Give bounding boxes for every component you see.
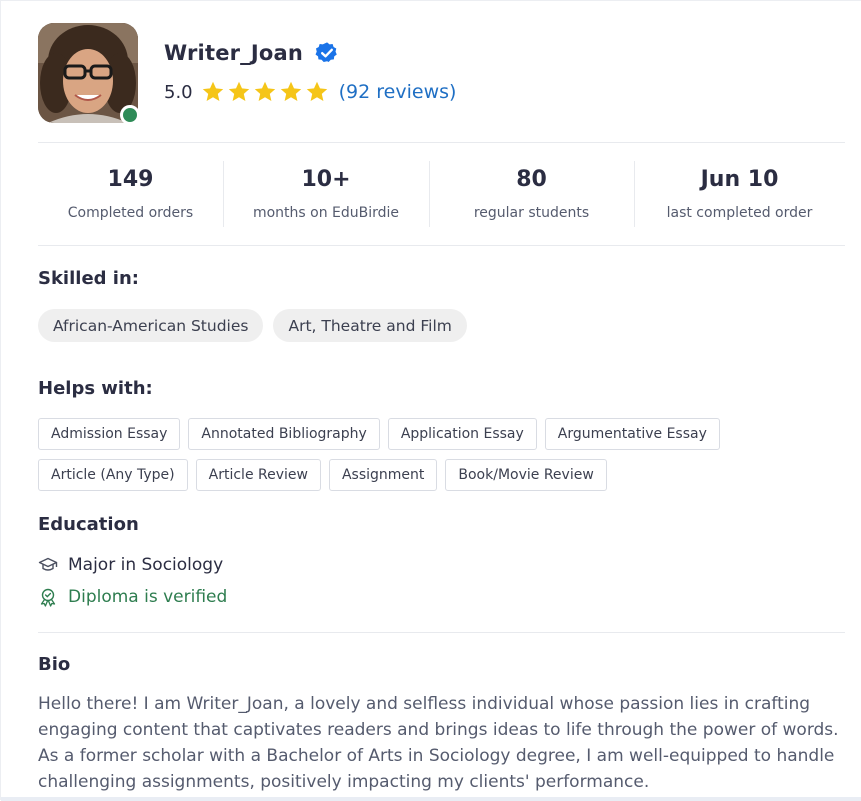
help-tag[interactable]: Book/Movie Review bbox=[445, 459, 607, 491]
skills-list: African-American Studies Art, Theatre an… bbox=[38, 309, 467, 342]
education-heading: Education bbox=[38, 514, 139, 535]
stat-regular-students: 80 regular students bbox=[429, 143, 634, 245]
skill-chip[interactable]: African-American Studies bbox=[38, 309, 264, 342]
diploma-verified-text: Diploma is verified bbox=[68, 587, 228, 607]
stats-bar: 149 Completed orders 10+ months on EduBi… bbox=[38, 142, 845, 246]
help-tag[interactable]: Application Essay bbox=[387, 418, 537, 450]
help-tag[interactable]: Article Review bbox=[195, 459, 321, 491]
reviews-link[interactable]: (92 reviews) bbox=[339, 81, 457, 103]
help-tag[interactable]: Annotated Bibliography bbox=[188, 418, 380, 450]
helps-with-list: Admission Essay Annotated Bibliography A… bbox=[38, 418, 838, 491]
star-icon bbox=[202, 81, 223, 101]
helps-with-heading: Helps with: bbox=[38, 378, 153, 399]
bio-heading: Bio bbox=[38, 654, 71, 675]
education-major: Major in Sociology bbox=[38, 555, 223, 575]
verified-badge-icon bbox=[315, 42, 337, 62]
online-status-indicator bbox=[120, 105, 140, 125]
stat-value: 149 bbox=[107, 167, 154, 192]
skilled-in-heading: Skilled in: bbox=[38, 268, 139, 289]
star-icon bbox=[254, 81, 275, 101]
education-diploma: Diploma is verified bbox=[38, 587, 227, 607]
major-text: Major in Sociology bbox=[68, 555, 224, 575]
help-tag[interactable]: Assignment bbox=[328, 459, 438, 491]
section-divider bbox=[38, 632, 845, 633]
stat-months: 10+ months on EduBirdie bbox=[223, 143, 429, 245]
help-tag[interactable]: Article (Any Type) bbox=[38, 459, 188, 491]
rating-value: 5.0 bbox=[164, 81, 193, 103]
star-icon bbox=[228, 81, 249, 101]
rating-summary: 5.0 (92 reviews) bbox=[164, 80, 456, 104]
profile-header: Writer_Joan 5.0 (92 reviews) bbox=[38, 23, 838, 125]
scroll-edge bbox=[1, 797, 861, 801]
stat-value: Jun 10 bbox=[700, 167, 779, 192]
stat-completed-orders: 149 Completed orders bbox=[38, 143, 223, 245]
graduation-cap-icon bbox=[38, 557, 58, 571]
writer-name: Writer_Joan bbox=[164, 41, 304, 65]
stat-label: last completed order bbox=[666, 205, 813, 221]
verified-award-icon bbox=[40, 588, 56, 607]
help-tag[interactable]: Admission Essay bbox=[38, 418, 181, 450]
star-rating bbox=[201, 80, 329, 104]
help-tag[interactable]: Argumentative Essay bbox=[544, 418, 720, 450]
stat-last-order: Jun 10 last completed order bbox=[634, 143, 845, 245]
stat-label: regular students bbox=[473, 205, 590, 221]
stat-value: 80 bbox=[516, 167, 547, 192]
bio-text: Hello there! I am Writer_Joan, a lovely … bbox=[38, 694, 839, 792]
star-icon bbox=[306, 81, 327, 101]
skill-chip[interactable]: Art, Theatre and Film bbox=[273, 309, 467, 342]
stat-label: months on EduBirdie bbox=[252, 205, 400, 221]
star-icon bbox=[280, 81, 301, 101]
stat-label: Completed orders bbox=[67, 205, 194, 221]
writer-profile-card: Writer_Joan 5.0 (92 reviews) 149 Complet… bbox=[0, 0, 861, 801]
stat-value: 10+ bbox=[301, 167, 351, 192]
